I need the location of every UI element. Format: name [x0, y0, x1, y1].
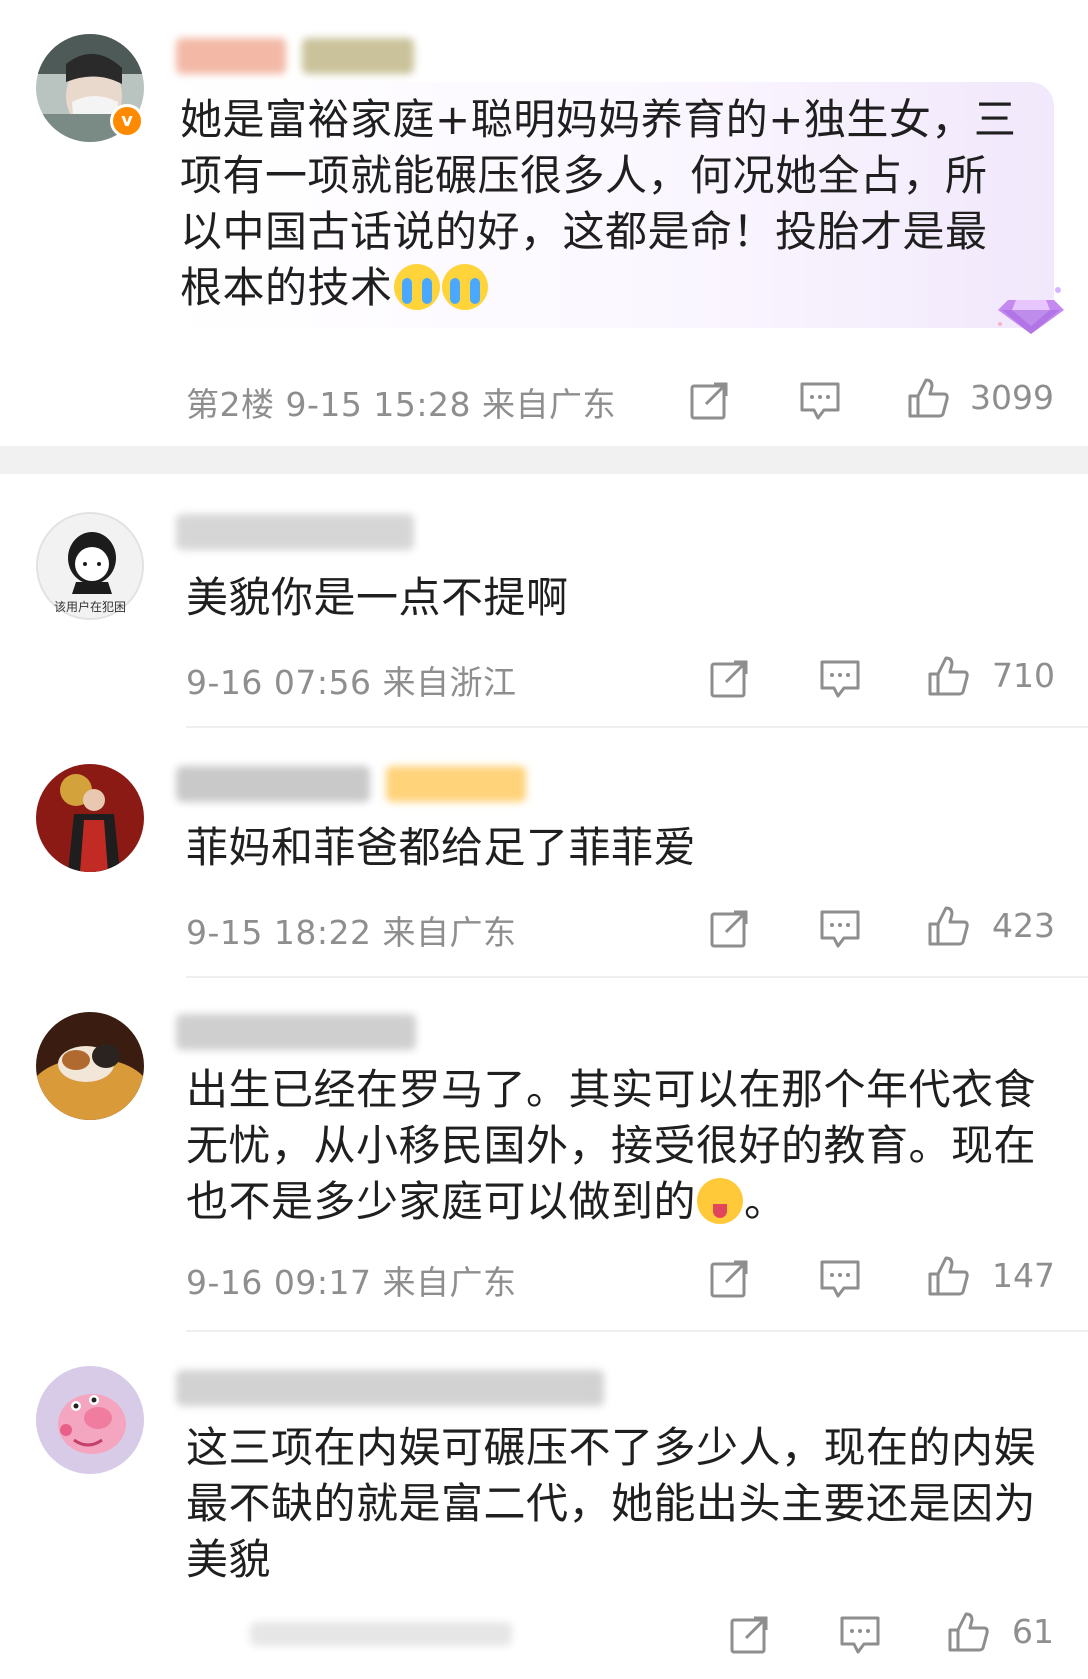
comment-list: v 她是富裕家庭+聪明妈妈养育的+独生女，三 项有一项就能碾压很多人，何况她全占… [0, 0, 1088, 1679]
comment-time: 9-15 18:22 [186, 913, 372, 952]
comment-text-line: 项有一项就能碾压很多人，何况她全占，所 [180, 151, 988, 200]
comment-item: 这三项在内娱可碾压不了多少人，现在的内娱 最不缺的就是富二代，她能出头主要还是因… [0, 1332, 1088, 1679]
comment-text: 美貌你是一点不提啊 [186, 570, 569, 626]
share-icon[interactable] [688, 378, 732, 422]
comment-meta: 9-16 07:56 来自浙江 [186, 656, 517, 704]
username[interactable] [176, 1370, 604, 1406]
username[interactable] [176, 38, 286, 74]
username-tag [386, 766, 526, 802]
avatar[interactable] [36, 764, 144, 872]
comment-text-line: 根本的技术 [180, 260, 1016, 316]
like-count: 147 [992, 1256, 1055, 1295]
comment-item: 出生已经在罗马了。其实可以在那个年代衣食 无忧，从小移民国外，接受很好的教育。现… [0, 978, 1088, 1330]
comment-item: v 她是富裕家庭+聪明妈妈养育的+独生女，三 项有一项就能碾压很多人，何况她全占… [0, 0, 1088, 446]
like-count: 710 [992, 656, 1055, 695]
comment-meta: 9-15 18:22 来自广东 [186, 906, 517, 954]
comment-text-line: 美貌你是一点不提啊 [186, 573, 569, 622]
thumbs-up-icon[interactable] [906, 376, 950, 420]
comment-text: 她是富裕家庭+聪明妈妈养育的+独生女，三 项有一项就能碾压很多人，何况她全占，所… [180, 92, 1016, 316]
avatar[interactable] [36, 1366, 144, 1474]
comment-text-line: 最不缺的就是富二代，她能出头主要还是因为 [186, 1479, 1037, 1528]
username-tag [302, 38, 414, 74]
comment-icon[interactable] [818, 656, 862, 700]
floor-number: 第2楼 [186, 385, 275, 424]
share-icon[interactable] [728, 1612, 772, 1656]
comment-text: 这三项在内娱可碾压不了多少人，现在的内娱 最不缺的就是富二代，她能出头主要还是因… [186, 1420, 1036, 1588]
thumbs-up-icon[interactable] [926, 904, 970, 948]
comment-time: 9-16 09:17 [186, 1263, 372, 1302]
tongue-face-emoji-icon [697, 1178, 744, 1224]
comment-meta [250, 1622, 512, 1646]
comment-location: 来自广东 [382, 913, 517, 952]
like-count: 423 [992, 906, 1055, 945]
comment-text: 菲妈和菲爸都给足了菲菲爱 [186, 820, 696, 876]
comment-icon[interactable] [818, 1256, 862, 1300]
comment-text-segment: 也不是多少家庭可以做到的 [186, 1177, 697, 1226]
crying-face-emoji-icon [441, 264, 488, 310]
crying-face-emoji-icon [393, 264, 440, 310]
like-count: 3099 [970, 378, 1054, 417]
username[interactable] [176, 514, 414, 550]
comment-icon[interactable] [798, 378, 842, 422]
section-divider [0, 446, 1088, 474]
comment-item: 菲妈和菲爸都给足了菲菲爱 9-15 18:22 来自广东 423 [0, 728, 1088, 976]
comment-text-line: 她是富裕家庭+聪明妈妈养育的+独生女，三 [180, 95, 1017, 144]
comment-text-line: 美貌 [186, 1535, 272, 1584]
comment-item: 该用户在犯困 美貌你是一点不提啊 9-16 07:56 来自浙江 710 [0, 474, 1088, 726]
comment-text-line: 以中国古话说的好，这都是命！投胎才是最 [180, 207, 988, 256]
comment-location: 来自广东 [482, 385, 616, 424]
comment-location: 来自浙江 [382, 663, 517, 702]
comment-text-segment: 根本的技术 [180, 263, 393, 312]
diamond-icon [998, 287, 1064, 334]
comment-text: 出生已经在罗马了。其实可以在那个年代衣食 无忧，从小移民国外，接受很好的教育。现… [186, 1062, 1036, 1230]
like-count: 61 [1012, 1612, 1054, 1651]
avatar[interactable] [36, 1012, 144, 1120]
comment-time: 9-15 15:28 [285, 385, 471, 424]
username[interactable] [176, 766, 370, 802]
comment-icon[interactable] [838, 1612, 882, 1656]
share-icon[interactable] [708, 906, 752, 950]
comment-text-line: 出生已经在罗马了。其实可以在那个年代衣食 [186, 1065, 1037, 1114]
comment-meta: 第2楼 9-15 15:28 来自广东 [186, 378, 616, 426]
username[interactable] [176, 1014, 416, 1050]
comment-text-line: 这三项在内娱可碾压不了多少人，现在的内娱 [186, 1423, 1037, 1472]
share-icon[interactable] [708, 1256, 752, 1300]
comment-text-line: 菲妈和菲爸都给足了菲菲爱 [186, 823, 697, 872]
verified-badge-icon: v [110, 104, 144, 138]
comment-location: 来自广东 [382, 1263, 517, 1302]
comment-time: 9-16 07:56 [186, 663, 372, 702]
comment-text-line: 无忧，从小移民国外，接受很好的教育。现在 [186, 1121, 1037, 1170]
thumbs-up-icon[interactable] [946, 1610, 990, 1654]
thumbs-up-icon[interactable] [926, 654, 970, 698]
comment-meta: 9-16 09:17 来自广东 [186, 1256, 517, 1304]
comment-text-segment: 。 [744, 1177, 787, 1226]
comment-icon[interactable] [818, 906, 862, 950]
share-icon[interactable] [708, 656, 752, 700]
comment-text-line: 也不是多少家庭可以做到的。 [186, 1174, 1036, 1230]
avatar-caption: 该用户在犯困 [53, 600, 126, 614]
thumbs-up-icon[interactable] [926, 1254, 970, 1298]
